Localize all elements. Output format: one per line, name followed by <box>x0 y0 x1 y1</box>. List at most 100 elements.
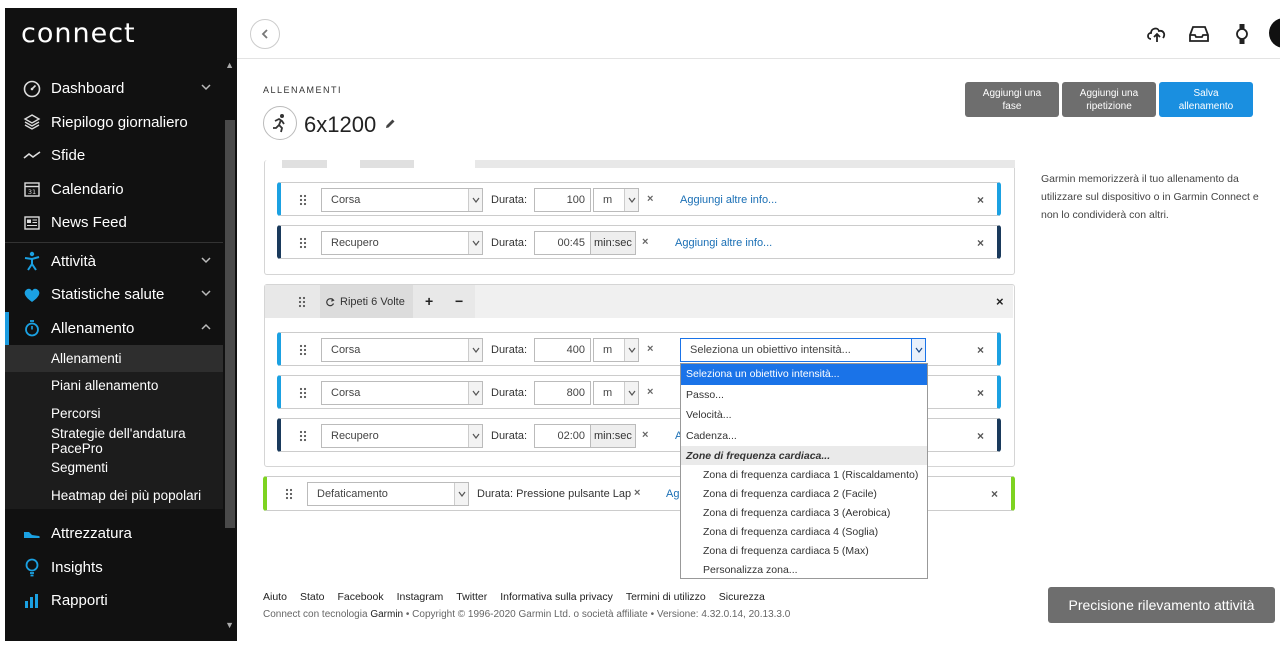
subnav-pacepro[interactable]: Strategie dell'andatura PacePro <box>5 426 223 456</box>
delete-step-icon[interactable]: × <box>977 386 984 400</box>
add-info-link[interactable]: Aggiungi altre info... <box>680 194 777 206</box>
step-type-select[interactable]: Recupero <box>321 231 483 255</box>
nav-insights[interactable]: Insights <box>5 550 223 584</box>
nav-health-stats[interactable]: Statistiche salute <box>5 278 223 312</box>
subnav-workouts[interactable]: Allenamenti <box>5 345 223 373</box>
delete-repeat-icon[interactable]: × <box>996 294 1004 309</box>
clear-duration-icon[interactable]: × <box>634 487 640 499</box>
nav-gear[interactable]: Attrezzatura <box>5 517 223 551</box>
footer-link[interactable]: Instagram <box>397 591 444 603</box>
nav-activities[interactable]: Attività <box>5 245 223 279</box>
footer-link[interactable]: Stato <box>300 591 325 603</box>
duration-input[interactable]: 00:45 <box>534 231 591 255</box>
chevron-up-icon[interactable] <box>201 322 211 332</box>
delete-step-icon[interactable]: × <box>991 487 998 501</box>
footer-link[interactable]: Aiuto <box>263 591 287 603</box>
duration-input[interactable]: 400 <box>534 338 591 362</box>
dropdown-option-cadence[interactable]: Cadenza... <box>681 426 927 447</box>
nav-reports[interactable]: Rapporti <box>5 584 223 618</box>
inbox-icon[interactable] <box>1187 22 1211 46</box>
intensity-target-select[interactable]: Seleziona un obiettivo intensità... <box>680 338 926 362</box>
subnav-segments[interactable]: Segmenti <box>5 454 223 482</box>
subnav-courses[interactable]: Percorsi <box>5 399 223 427</box>
clear-duration-icon[interactable]: × <box>647 193 653 205</box>
clear-duration-icon[interactable]: × <box>647 343 653 355</box>
sidebar-scrollbar[interactable]: ▲ ▼ <box>223 58 237 638</box>
step-type-select[interactable]: Recupero <box>321 424 483 448</box>
dropdown-option-custom-zone[interactable]: Personalizza zona... <box>681 560 927 579</box>
nav-challenges[interactable]: Sfide <box>5 139 223 173</box>
activity-tracking-accuracy-button[interactable]: Precisione rilevamento attività <box>1048 587 1275 623</box>
dropdown-option[interactable]: Seleziona un obiettivo intensità... <box>681 364 927 385</box>
repeat-minus-button[interactable]: − <box>455 293 463 309</box>
delete-step-icon[interactable]: × <box>977 236 984 250</box>
step-type-select[interactable]: Defaticamento <box>307 482 469 506</box>
step-type-select[interactable]: Corsa <box>321 381 483 405</box>
back-button[interactable] <box>250 19 280 49</box>
footer-link[interactable]: Informativa sulla privacy <box>500 591 613 603</box>
nav-dashboard[interactable]: Dashboard <box>5 72 223 106</box>
footer-link[interactable]: Sicurezza <box>719 591 765 603</box>
subnav-heatmap[interactable]: Heatmap dei più popolari <box>5 481 223 509</box>
nav-daily-summary[interactable]: Riepilogo giornaliero <box>5 106 223 140</box>
nav-calendar[interactable]: 31 Calendario <box>5 173 223 207</box>
save-workout-button[interactable]: Salva allenamento <box>1159 82 1253 117</box>
scroll-up-icon[interactable]: ▲ <box>225 60 234 70</box>
clear-duration-icon[interactable]: × <box>642 236 648 248</box>
repeat-count[interactable]: Ripeti 6 Volte <box>320 285 413 318</box>
drag-handle-icon[interactable] <box>299 430 307 442</box>
drag-handle-icon[interactable] <box>299 237 307 249</box>
delete-step-icon[interactable]: × <box>977 429 984 443</box>
drag-handle-icon[interactable] <box>299 344 307 356</box>
unit-select[interactable]: m <box>593 338 639 362</box>
add-info-link[interactable]: Aggiungi altre info... <box>675 237 772 249</box>
footer-link[interactable]: Twitter <box>456 591 487 603</box>
drag-handle-icon[interactable] <box>285 488 293 500</box>
duration-input[interactable]: 02:00 <box>534 424 591 448</box>
duration-input[interactable]: 100 <box>534 188 591 212</box>
drag-handle-icon[interactable] <box>299 387 307 399</box>
chevron-down-icon[interactable] <box>201 255 211 265</box>
scroll-down-icon[interactable]: ▼ <box>225 620 234 630</box>
unit-select[interactable]: m <box>593 381 639 405</box>
watch-icon[interactable] <box>1230 22 1254 46</box>
dropdown-option-hr-zone[interactable]: Zona di frequenza cardiaca 4 (Soglia) <box>681 522 927 541</box>
duration-input[interactable]: 800 <box>534 381 591 405</box>
clear-duration-icon[interactable]: × <box>647 386 653 398</box>
drag-handle-icon[interactable] <box>298 296 306 308</box>
connect-logo[interactable]: connect <box>21 18 136 49</box>
duration-label: Durata: <box>491 194 528 206</box>
scrollbar-thumb[interactable] <box>225 120 235 528</box>
pencil-icon[interactable] <box>384 118 396 130</box>
unit-select[interactable]: m <box>593 188 639 212</box>
add-repeat-button[interactable]: Aggiungi una ripetizione <box>1062 82 1156 117</box>
intensity-target-dropdown: Seleziona un obiettivo intensità... Pass… <box>680 363 928 579</box>
delete-step-icon[interactable]: × <box>977 193 984 207</box>
chevron-down-icon[interactable] <box>201 82 211 92</box>
step-type-select[interactable]: Corsa <box>321 338 483 362</box>
footer-link[interactable]: Facebook <box>337 591 383 603</box>
repeat-plus-button[interactable]: + <box>425 293 433 309</box>
chevron-down-icon[interactable] <box>201 288 211 298</box>
nav-training[interactable]: Allenamento <box>5 311 223 345</box>
garmin-link[interactable]: Garmin <box>370 609 403 620</box>
add-info-link[interactable]: Ag <box>666 488 679 500</box>
nav-news-feed[interactable]: News Feed <box>5 206 223 240</box>
dropdown-option-pace[interactable]: Passo... <box>681 385 927 406</box>
dropdown-option-speed[interactable]: Velocità... <box>681 405 927 426</box>
delete-step-icon[interactable]: × <box>977 343 984 357</box>
step-type-select[interactable]: Corsa <box>321 188 483 212</box>
drag-handle-icon[interactable] <box>299 194 307 206</box>
breadcrumb[interactable]: ALLENAMENTI <box>263 85 342 95</box>
dropdown-option-hr-zone[interactable]: Zona di frequenza cardiaca 3 (Aerobica) <box>681 503 927 522</box>
clear-duration-icon[interactable]: × <box>642 429 648 441</box>
dropdown-option-hr-zone[interactable]: Zona di frequenza cardiaca 1 (Riscaldame… <box>681 465 927 484</box>
add-phase-button[interactable]: Aggiungi una fase <box>965 82 1059 117</box>
cloud-upload-icon[interactable] <box>1145 22 1169 46</box>
dropdown-option-hr-zone[interactable]: Zona di frequenza cardiaca 5 (Max) <box>681 541 927 560</box>
avatar[interactable] <box>1269 18 1280 48</box>
dropdown-option-hr-zone[interactable]: Zona di frequenza cardiaca 2 (Facile) <box>681 484 927 503</box>
footer-link[interactable]: Termini di utilizzo <box>626 591 706 603</box>
nav-label: News Feed <box>51 214 127 232</box>
subnav-training-plans[interactable]: Piani allenamento <box>5 372 223 400</box>
